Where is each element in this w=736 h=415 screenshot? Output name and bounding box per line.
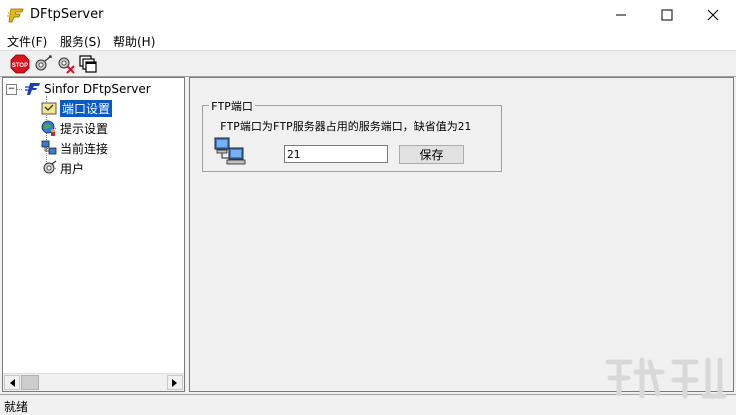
network-computers-icon xyxy=(214,137,246,165)
menu-service[interactable]: 服务(S) xyxy=(60,33,101,50)
collapse-toggle-icon[interactable]: − xyxy=(6,83,17,95)
status-text: 就绪 xyxy=(4,400,29,414)
stop-sign-text: STOP xyxy=(12,63,28,69)
tree-root-node[interactable]: − Sinfor DFtpServer xyxy=(6,80,151,98)
scroll-right-button[interactable] xyxy=(167,375,183,390)
group-title: FTP端口 xyxy=(209,98,255,114)
toolbar: STOP xyxy=(0,50,736,77)
arrow-right-icon xyxy=(172,378,177,387)
port-description: FTP端口为FTP服务器占用的服务端口，缺省值为21 xyxy=(220,120,471,133)
maximize-button[interactable] xyxy=(644,0,690,30)
tree-item-label: 当前连接 xyxy=(60,141,109,156)
tree-item-label: 端口设置 xyxy=(58,98,114,118)
app-f-logo-icon xyxy=(7,8,24,23)
port-number-input[interactable] xyxy=(284,145,388,163)
windows-button[interactable] xyxy=(78,54,98,74)
tree-item-current-connections[interactable]: 当前连接 xyxy=(41,139,108,157)
port-settings-icon xyxy=(41,102,57,115)
menu-file[interactable]: 文件(F) xyxy=(7,33,47,50)
stop-server-button[interactable]: STOP xyxy=(10,54,30,74)
user-gear-icon xyxy=(43,160,57,174)
sinfor-f-logo-icon xyxy=(25,83,40,95)
tree-item-label: 用户 xyxy=(60,161,85,176)
ftp-port-group: FTP端口 FTP端口为FTP服务器占用的服务端口，缺省值为21 保存 xyxy=(202,98,502,172)
tree-item-port-settings[interactable]: 端口设置 xyxy=(41,98,114,118)
save-button[interactable]: 保存 xyxy=(399,145,464,164)
gear-key-icon xyxy=(35,55,52,71)
stop-sign-icon: STOP xyxy=(10,54,30,74)
globe-people-icon xyxy=(41,120,55,136)
minimize-icon xyxy=(616,14,626,16)
window-title: DFtpServer xyxy=(30,7,104,22)
gear-cross-icon xyxy=(58,57,75,74)
disconnect-button[interactable] xyxy=(56,54,76,74)
close-icon xyxy=(707,9,719,21)
tree-view[interactable]: − Sinfor DFtpServer 端口设置 提示设置 当前连接 用户 xyxy=(2,77,185,392)
settings-panel: FTP端口 FTP端口为FTP服务器占用的服务端口，缺省值为21 保存 xyxy=(189,77,734,392)
close-button[interactable] xyxy=(690,0,736,30)
cascade-windows-icon xyxy=(79,55,97,73)
network-computers-icon xyxy=(41,140,57,155)
arrow-left-icon xyxy=(10,378,15,387)
tree-item-label: 提示设置 xyxy=(60,121,109,136)
tree-item-prompt-settings[interactable]: 提示设置 xyxy=(41,119,108,137)
connect-button[interactable] xyxy=(33,54,53,74)
title-bar: DFtpServer xyxy=(0,0,736,30)
menu-bar: 文件(F) 服务(S) 帮助(H) xyxy=(0,30,736,50)
minimize-button[interactable] xyxy=(598,0,644,30)
scroll-thumb[interactable] xyxy=(21,375,39,390)
tree-root-label: Sinfor DFtpServer xyxy=(44,82,151,96)
menu-help[interactable]: 帮助(H) xyxy=(113,33,155,50)
horizontal-scrollbar[interactable] xyxy=(3,373,184,391)
watermark-logo-icon xyxy=(605,357,727,399)
tree-item-users[interactable]: 用户 xyxy=(41,159,84,177)
scroll-left-button[interactable] xyxy=(4,375,20,390)
maximize-icon xyxy=(661,9,673,21)
